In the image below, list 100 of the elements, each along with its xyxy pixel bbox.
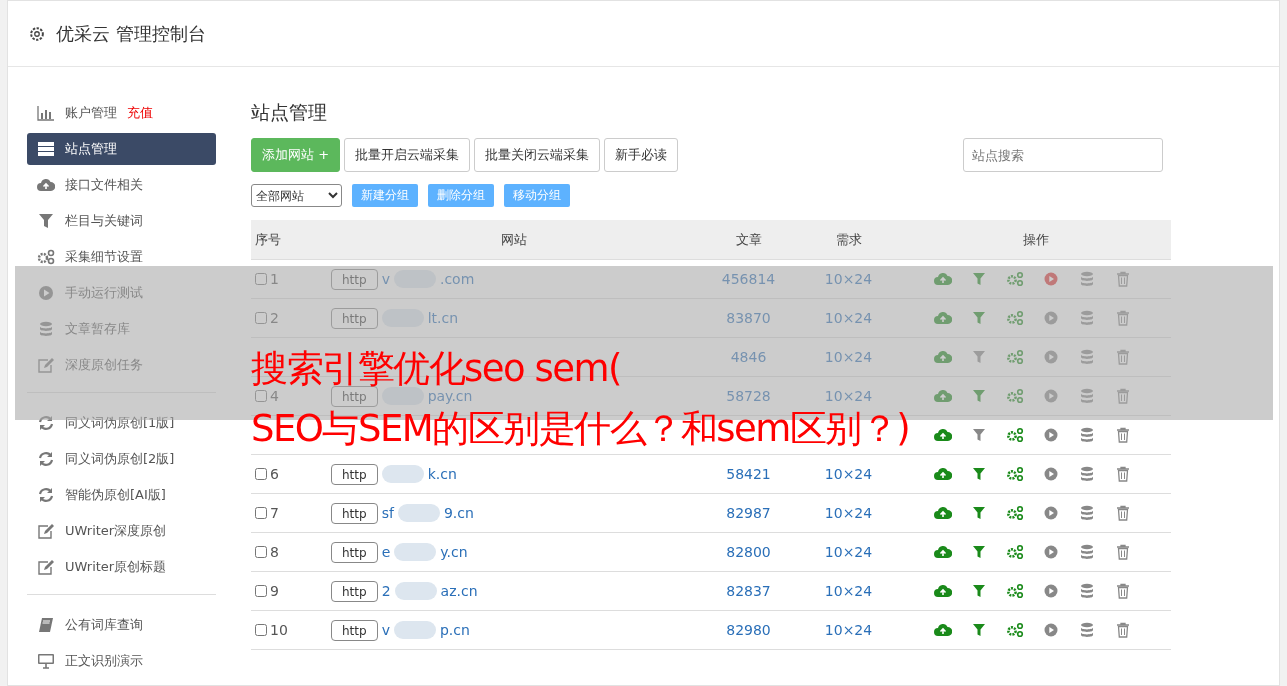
cloud-upload-icon[interactable] xyxy=(934,349,952,365)
database-icon[interactable] xyxy=(1078,466,1096,482)
row-checkbox[interactable] xyxy=(255,273,267,285)
book-icon xyxy=(37,617,55,633)
site-link[interactable]: e xyxy=(381,544,391,560)
recharge-link[interactable]: 充值 xyxy=(127,104,153,122)
search-field[interactable]: 站点搜索 xyxy=(963,138,1163,172)
trash-icon[interactable] xyxy=(1114,544,1132,560)
article-count: 83870 xyxy=(726,310,771,326)
settings-icon[interactable] xyxy=(1006,310,1024,326)
cloud-upload-icon[interactable] xyxy=(934,310,952,326)
settings-icon[interactable] xyxy=(1006,466,1024,482)
trash-icon[interactable] xyxy=(1114,427,1132,443)
toolbar-button[interactable]: 批量关闭云端采集 xyxy=(474,138,601,172)
refresh-icon xyxy=(37,487,55,503)
row-checkbox[interactable] xyxy=(255,468,267,480)
blurred-text xyxy=(394,543,437,561)
list-icon xyxy=(37,141,55,157)
site-link[interactable]: sf xyxy=(381,505,394,521)
filter-icon[interactable] xyxy=(970,310,988,326)
row-checkbox[interactable] xyxy=(255,507,267,519)
cloud-upload-icon[interactable] xyxy=(934,427,952,443)
protocol-tag: http xyxy=(331,463,378,485)
settings-icon[interactable] xyxy=(1006,622,1024,638)
sidebar-item[interactable]: UWriter原创标题 xyxy=(27,551,216,583)
filter-icon[interactable] xyxy=(970,271,988,287)
cloud-upload-icon[interactable] xyxy=(934,622,952,638)
play-icon[interactable] xyxy=(1042,427,1060,443)
toolbar-button[interactable]: 批量开启云端采集 xyxy=(344,138,471,172)
play-icon[interactable] xyxy=(1042,622,1060,638)
settings-icon[interactable] xyxy=(1006,349,1024,365)
sidebar-item[interactable]: 栏目与关键词 xyxy=(27,205,216,237)
database-icon[interactable] xyxy=(1078,583,1096,599)
play-icon[interactable] xyxy=(1042,544,1060,560)
site-link[interactable]: az.cn xyxy=(440,583,478,599)
filter-icon[interactable] xyxy=(970,505,988,521)
group-select[interactable]: 全部网站 xyxy=(251,184,342,207)
protocol-tag: http xyxy=(331,619,378,641)
play-icon[interactable] xyxy=(1042,583,1060,599)
sidebar-item[interactable]: 智能伪原创[AI版] xyxy=(27,479,216,511)
article-count: 456814 xyxy=(721,271,776,287)
row-number: 10 xyxy=(270,622,288,638)
cloud-upload-icon[interactable] xyxy=(934,388,952,404)
database-icon[interactable] xyxy=(1078,427,1096,443)
settings-icon[interactable] xyxy=(1006,505,1024,521)
row-checkbox[interactable] xyxy=(255,312,267,324)
console-title: 优采云 管理控制台 xyxy=(56,21,206,46)
sidebar-item[interactable]: UWriter深度原创 xyxy=(27,515,216,547)
site-link[interactable]: 9.cn xyxy=(443,505,474,521)
settings-icon[interactable] xyxy=(1006,544,1024,560)
page-title: 站点管理 xyxy=(251,100,328,125)
settings-icon[interactable] xyxy=(1006,271,1024,287)
sidebar-item[interactable]: 采集细节设置 xyxy=(27,241,216,273)
trash-icon[interactable] xyxy=(1114,622,1132,638)
cloud-upload-icon[interactable] xyxy=(934,505,952,521)
play-icon[interactable] xyxy=(1042,271,1060,287)
filter-icon[interactable] xyxy=(970,388,988,404)
sidebar-item[interactable]: 同义词伪原创[2版] xyxy=(27,443,216,475)
filter-icon[interactable] xyxy=(970,544,988,560)
row-checkbox[interactable] xyxy=(255,546,267,558)
sidebar-item[interactable]: 接口文件相关 xyxy=(27,169,216,201)
filter-icon[interactable] xyxy=(970,466,988,482)
row-checkbox[interactable] xyxy=(255,390,267,402)
trash-icon[interactable] xyxy=(1114,583,1132,599)
filter-icon[interactable] xyxy=(970,427,988,443)
database-icon[interactable] xyxy=(1078,622,1096,638)
settings-icon[interactable] xyxy=(1006,427,1024,443)
site-link[interactable]: y.cn xyxy=(440,544,468,560)
cloud-upload-icon[interactable] xyxy=(934,583,952,599)
site-link[interactable]: v xyxy=(381,622,390,638)
gears-icon xyxy=(37,249,55,265)
sidebar-item[interactable]: 账户管理 充值 xyxy=(27,97,216,129)
database-icon[interactable] xyxy=(1078,544,1096,560)
filter-icon[interactable] xyxy=(970,583,988,599)
column-header: 操作 xyxy=(1022,231,1049,247)
play-icon[interactable] xyxy=(1042,466,1060,482)
settings-icon[interactable] xyxy=(1006,388,1024,404)
demand-value: 10×24 xyxy=(824,388,873,404)
sidebar-item[interactable]: 正文识别演示 xyxy=(27,645,216,677)
blurred-text xyxy=(397,504,440,522)
filter-icon[interactable] xyxy=(970,622,988,638)
site-link[interactable]: p.cn xyxy=(439,622,470,638)
sidebar-item[interactable]: 站点管理 xyxy=(27,133,216,165)
cloud-upload-icon[interactable] xyxy=(934,544,952,560)
trash-icon[interactable] xyxy=(1114,466,1132,482)
sidebar-item[interactable]: 同义词伪原创[1版] xyxy=(27,407,216,439)
settings-icon[interactable] xyxy=(1006,583,1024,599)
toolbar-button[interactable]: 新手必读 xyxy=(604,138,679,172)
protocol-tag: http xyxy=(331,307,378,329)
site-link[interactable]: k.cn xyxy=(427,466,457,482)
row-checkbox[interactable] xyxy=(255,624,267,636)
row-checkbox[interactable] xyxy=(255,585,267,597)
database-icon[interactable] xyxy=(1078,505,1096,521)
row-number: 1 xyxy=(270,271,279,287)
cloud-upload-icon[interactable] xyxy=(934,466,952,482)
sidebar-item[interactable]: 公有词库查询 xyxy=(27,609,216,641)
trash-icon[interactable] xyxy=(1114,505,1132,521)
play-icon[interactable] xyxy=(1042,505,1060,521)
site-link[interactable]: 2 xyxy=(381,583,391,599)
cloud-upload-icon[interactable] xyxy=(934,271,952,287)
